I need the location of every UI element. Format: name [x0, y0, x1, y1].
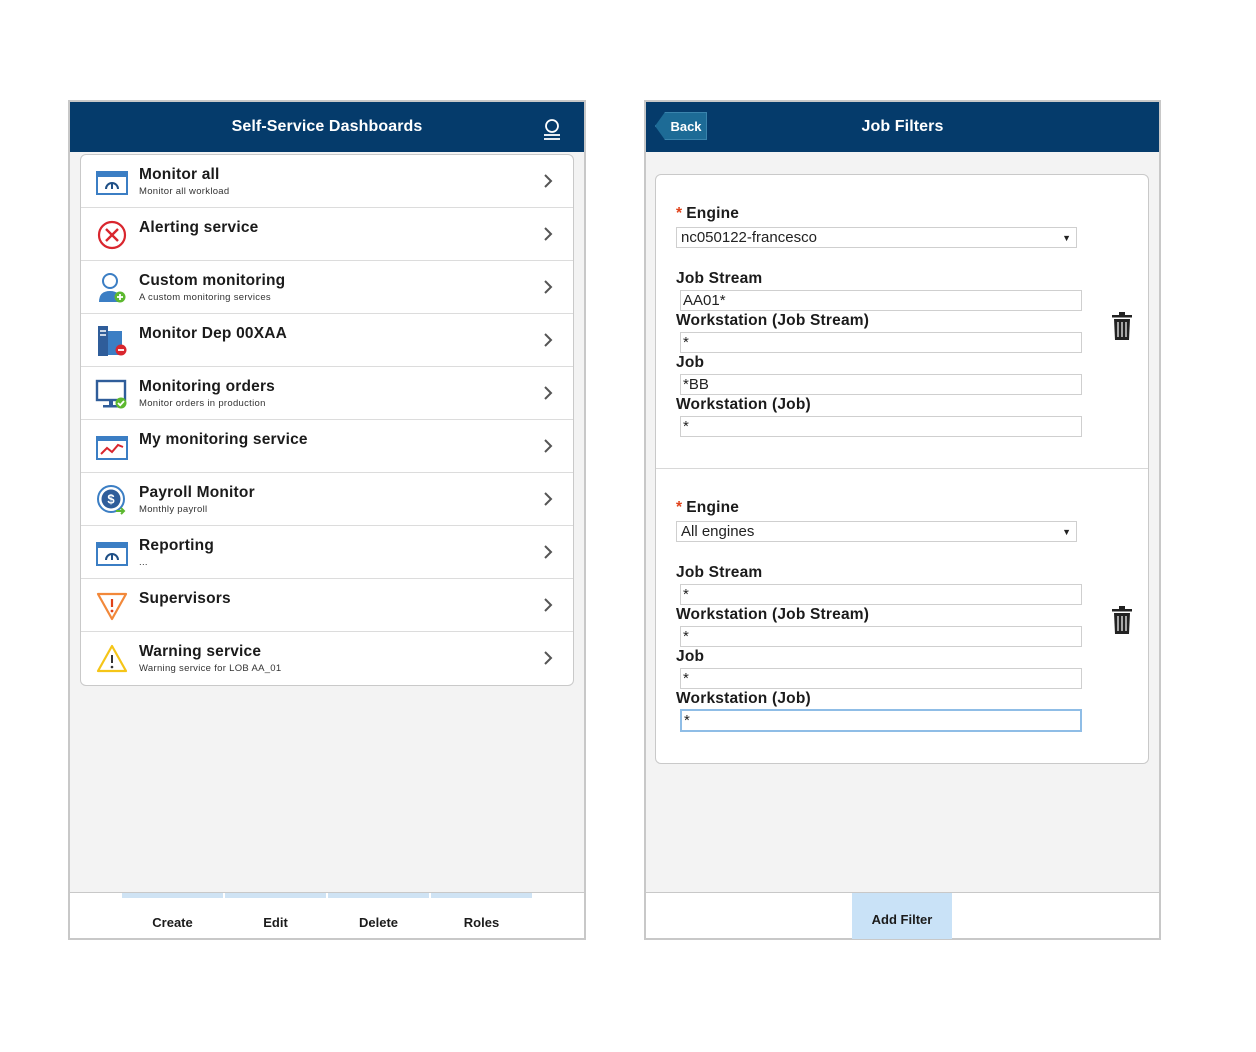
user-add-icon [99, 273, 126, 303]
trend-chart-icon [96, 436, 128, 460]
dollar-coin-icon: $ [97, 485, 126, 515]
engine-selected-value: nc050122-francesco [681, 229, 817, 246]
filter-group: * Engine nc050122-francesco ▼ Job Stream … [656, 175, 1148, 469]
item-title: Reporting [139, 537, 214, 554]
dropdown-arrow-icon: ▼ [1062, 527, 1071, 537]
header-bar: Back Job Filters [646, 102, 1159, 152]
warning-inverted-triangle-icon [96, 592, 128, 621]
workstation-job-stream-label: Workstation (Job Stream) [676, 606, 870, 623]
monitor-check-icon [95, 379, 127, 409]
list-item-monitoring-orders[interactable]: Monitoring orders Monitor orders in prod… [81, 367, 573, 420]
list-item-reporting[interactable]: Reporting ... [81, 526, 573, 579]
item-subtitle: Monitor all workload [139, 186, 230, 197]
job-stream-label: Job Stream [676, 270, 763, 287]
required-marker: * [676, 205, 683, 222]
workstation-job-stream-input[interactable] [680, 332, 1082, 353]
dashboard-gauge-icon [96, 542, 128, 566]
engine-select[interactable]: All engines ▼ [676, 521, 1077, 542]
back-button[interactable]: Back [655, 112, 707, 140]
create-button[interactable]: Create [122, 893, 223, 939]
engine-select[interactable]: nc050122-francesco ▼ [676, 227, 1077, 248]
job-label: Job [676, 648, 705, 665]
list-item-monitor-all[interactable]: Monitor all Monitor all workload [81, 155, 573, 208]
dashboard-list: Monitor all Monitor all workload Alertin… [80, 154, 574, 686]
required-marker: * [676, 499, 683, 516]
job-filters-screen: Back Job Filters * Engine nc050122-france… [644, 100, 1161, 940]
item-title: Warning service [139, 643, 262, 660]
list-item-supervisors[interactable]: Supervisors [81, 579, 573, 632]
item-title: Supervisors [139, 590, 231, 607]
footer-toolbar: Add Filter [646, 892, 1159, 939]
list-item-alerting-service[interactable]: Alerting service [81, 208, 573, 261]
item-subtitle: A custom monitoring services [139, 292, 271, 303]
list-item-monitor-dep[interactable]: Monitor Dep 00XAA [81, 314, 573, 367]
filter-group: *Engine All engines ▼ Job Stream Worksta… [656, 469, 1148, 763]
item-title: Alerting service [139, 219, 259, 236]
engine-label: * Engine [676, 499, 740, 516]
workstation-job-label: Workstation (Job) [676, 690, 811, 707]
dashboard-gauge-icon [96, 171, 128, 195]
workstation-job-stream-label: Workstation (Job Stream) [676, 312, 870, 329]
filters-card: * Engine nc050122-francesco ▼ Job Stream … [655, 174, 1149, 764]
dropdown-arrow-icon: ▼ [1062, 233, 1071, 243]
workstation-job-input[interactable] [680, 709, 1082, 732]
item-subtitle: Monitor orders in production [139, 398, 266, 409]
list-item-my-monitoring-service[interactable]: My monitoring service [81, 420, 573, 473]
chevron-right-icon [544, 333, 553, 347]
list-item-payroll-monitor[interactable]: $ Payroll Monitor Monthly payroll [81, 473, 573, 526]
item-subtitle: Monthly payroll [139, 504, 208, 515]
item-title: Monitor all [139, 166, 220, 183]
list-item-warning-service[interactable]: Warning service Warning service for LOB … [81, 632, 573, 685]
item-subtitle: ... [139, 557, 148, 568]
chevron-right-icon [544, 598, 553, 612]
trash-icon[interactable] [1112, 312, 1132, 340]
workstation-job-label: Workstation (Job) [676, 396, 811, 413]
error-circle-icon [97, 220, 127, 250]
job-input[interactable] [680, 374, 1082, 395]
add-filter-button[interactable]: Add Filter [852, 893, 952, 939]
chevron-right-icon [544, 280, 553, 294]
page-title: Self-Service Dashboards [231, 118, 423, 135]
engine-label: * Engine [676, 205, 740, 222]
job-label: Job [676, 354, 705, 371]
item-title: Custom monitoring [139, 272, 286, 289]
item-title: Monitoring orders [139, 378, 276, 395]
dashboards-screen: Self-Service Dashboards Monitor all Moni… [68, 100, 586, 940]
item-subtitle: Warning service for LOB AA_01 [139, 663, 282, 674]
chevron-right-icon [544, 386, 553, 400]
chevron-right-icon [544, 439, 553, 453]
action-tabs: Create Edit Delete Roles [70, 893, 584, 939]
job-stream-label: Job Stream [676, 564, 763, 581]
chevron-right-icon [544, 545, 553, 559]
chevron-right-icon [544, 227, 553, 241]
chevron-right-icon [544, 174, 553, 188]
chevron-right-icon [544, 492, 553, 506]
workstation-job-input[interactable] [680, 416, 1082, 437]
item-title: My monitoring service [139, 431, 308, 448]
item-title: Payroll Monitor [139, 484, 255, 501]
roles-button[interactable]: Roles [431, 893, 532, 939]
user-icon[interactable] [542, 118, 562, 140]
svg-text:$: $ [107, 492, 115, 507]
edit-button[interactable]: Edit [225, 893, 326, 939]
list-item-custom-monitoring[interactable]: Custom monitoring A custom monitoring se… [81, 261, 573, 314]
workstation-job-stream-input[interactable] [680, 626, 1082, 647]
warning-triangle-icon [96, 644, 128, 673]
server-error-icon [98, 326, 127, 356]
page-title: Job Filters [861, 118, 944, 135]
item-title: Monitor Dep 00XAA [139, 325, 288, 342]
job-input[interactable] [680, 668, 1082, 689]
footer-toolbar: Create Edit Delete Roles [70, 892, 584, 938]
chevron-right-icon [544, 651, 553, 665]
delete-button[interactable]: Delete [328, 893, 429, 939]
job-stream-input[interactable] [680, 290, 1082, 311]
header-bar: Self-Service Dashboards [70, 102, 584, 152]
job-stream-input[interactable] [680, 584, 1082, 605]
engine-selected-value: All engines [681, 523, 755, 540]
trash-icon[interactable] [1112, 606, 1132, 634]
